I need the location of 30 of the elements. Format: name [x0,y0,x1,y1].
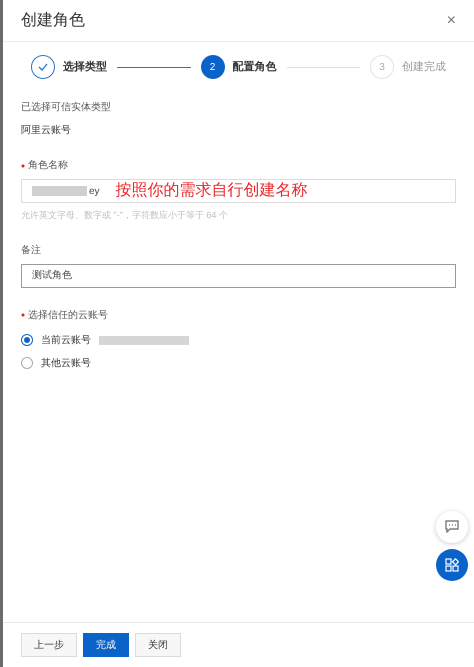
field-value: 测试角色 [32,268,72,283]
step-label: 创建完成 [402,60,446,75]
field-value: ey [89,184,100,198]
field-hint: 允许英文字母、数字或 "-"，字符数应小于等于 64 个 [21,209,229,222]
field-label: 选择信任的云账号 [28,308,108,322]
radio-button[interactable] [21,357,33,369]
radio-label: 其他云账号 [41,356,91,370]
role-name-field[interactable]: ey 按照你的需求自行创建名称 [21,179,456,203]
field-label: 备注 [21,244,41,258]
annotation-text: 按照你的需求自行创建名称 [116,180,308,201]
note-field[interactable]: 测试角色 [21,264,456,288]
apps-icon [445,558,459,572]
radio-label: 当前云账号 [41,334,91,348]
finish-button[interactable]: 完成 [83,633,129,657]
field-label: 角色名称 [28,159,68,173]
step-label: 选择类型 [63,60,107,75]
chat-button[interactable] [436,510,468,542]
step-number: 3 [370,55,394,79]
check-icon [38,63,48,71]
footer-button[interactable]: 上一步 [21,633,77,657]
dialog-title: 创建角色 [21,10,85,30]
radio-button[interactable] [21,334,33,346]
close-button[interactable]: × [446,12,456,28]
chat-icon [445,520,459,533]
footer-button[interactable]: 关闭 [135,633,181,657]
step-number: 2 [200,55,224,79]
apps-button[interactable] [436,548,468,580]
field-value: 阿里云账号 [21,124,72,138]
step-label: 配置角色 [232,60,276,75]
field-label: 已选择可信实体类型 [21,100,112,115]
